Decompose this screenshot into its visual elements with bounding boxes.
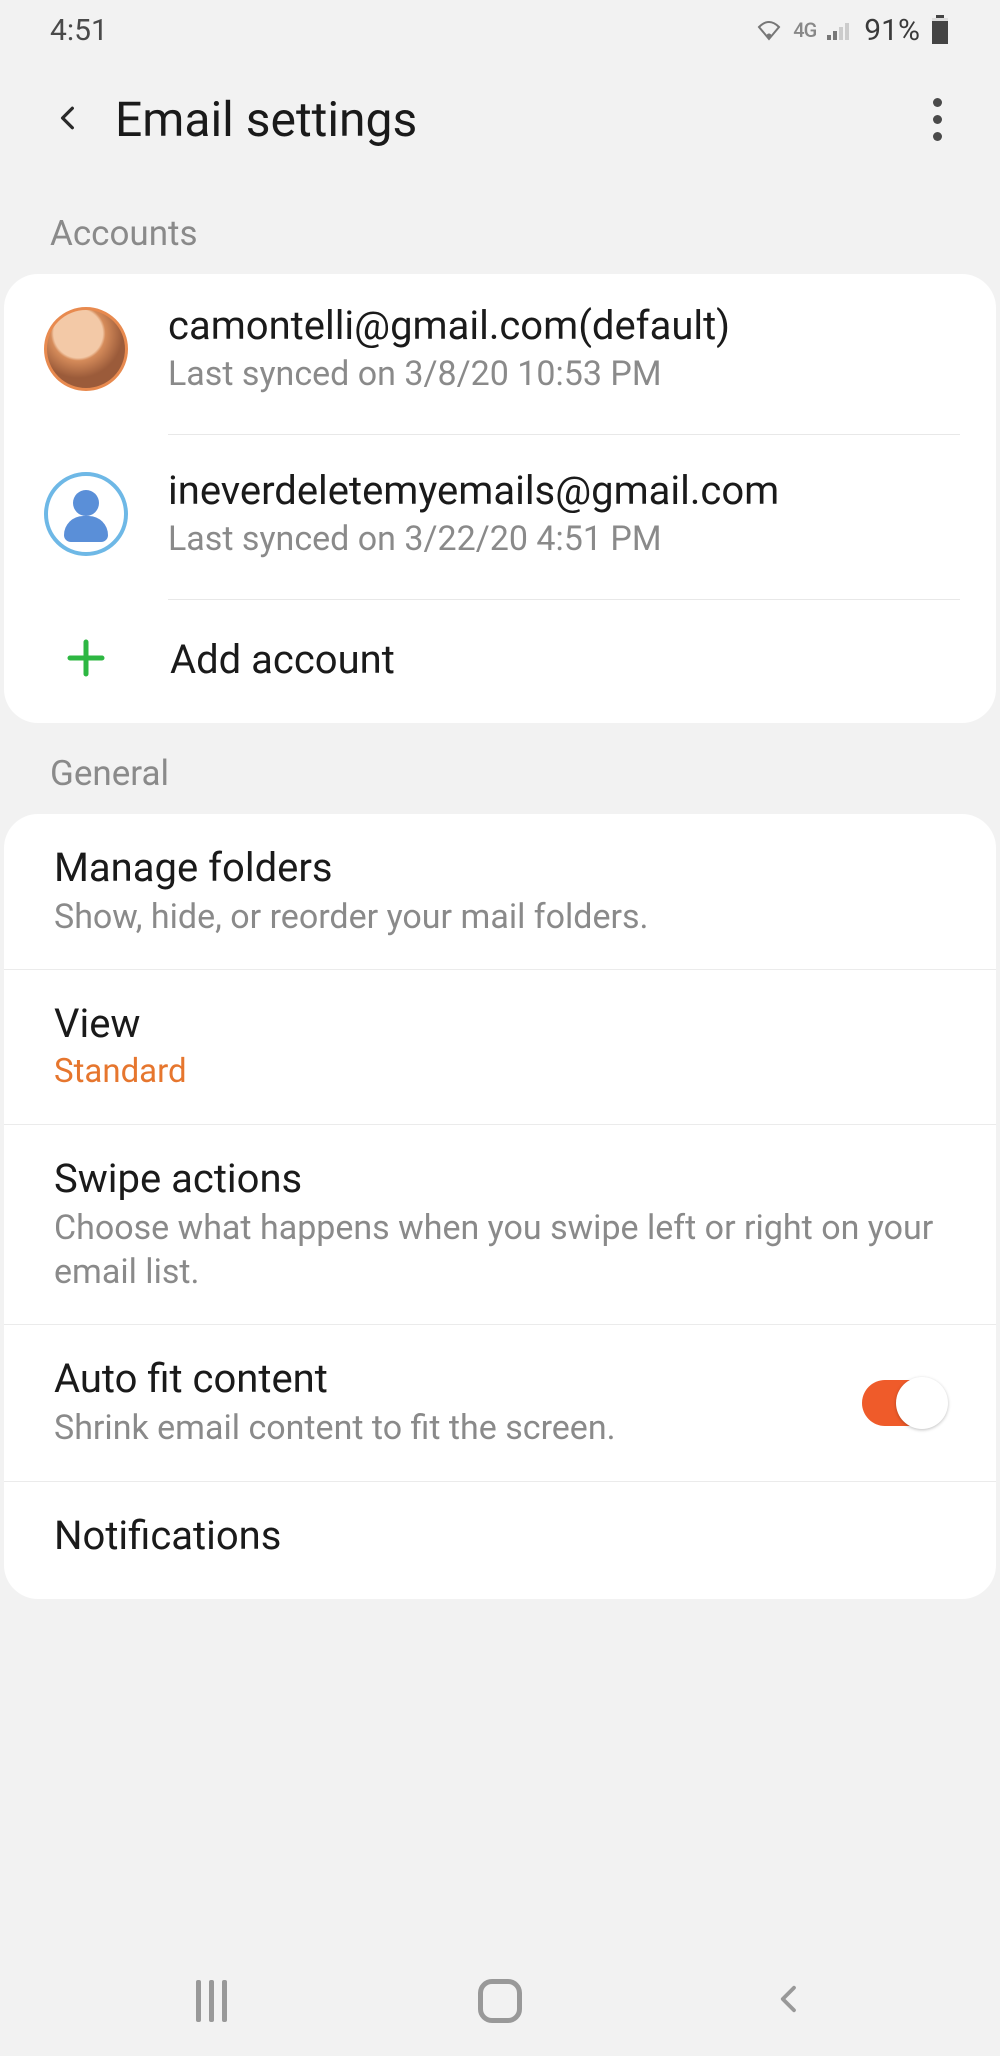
setting-title: Auto fit content [54,1355,842,1402]
section-label-accounts: Accounts [0,189,1000,274]
app-header: Email settings [0,60,1000,189]
account-row[interactable]: ineverdeletemyemails@gmail.com Last sync… [4,435,996,579]
nav-home-button[interactable] [478,1979,522,2023]
battery-icon [930,15,950,45]
avatar [44,472,128,556]
setting-title: Notifications [54,1512,946,1559]
status-time: 4:51 [50,13,108,48]
signal-icon [826,19,854,41]
setting-subtitle: Shrink email content to fit the screen. [54,1406,842,1450]
battery-percent: 91% [864,13,920,48]
avatar [44,307,128,391]
status-bar: 4:51 4G 91% [0,0,1000,60]
navigation-bar [0,1946,1000,2056]
page-title: Email settings [115,91,417,148]
more-options-button[interactable] [925,90,950,149]
add-account-button[interactable]: Add account [4,600,996,723]
setting-title: Manage folders [54,844,946,891]
network-type-icon: 4G [793,18,816,42]
wifi-icon [755,19,783,41]
setting-title: View [54,1000,946,1047]
setting-auto-fit[interactable]: Auto fit content Shrink email content to… [4,1325,996,1481]
setting-value: Standard [54,1051,946,1094]
setting-notifications[interactable]: Notifications [4,1482,996,1599]
setting-view[interactable]: View Standard [4,970,996,1125]
account-row[interactable]: camontelli@gmail.com(default) Last synce… [4,274,996,414]
setting-subtitle: Choose what happens when you swipe left … [54,1206,946,1294]
plus-icon [66,638,170,682]
account-email: camontelli@gmail.com(default) [168,304,956,348]
setting-subtitle: Show, hide, or reorder your mail folders… [54,895,946,939]
accounts-card: camontelli@gmail.com(default) Last synce… [4,274,996,723]
setting-manage-folders[interactable]: Manage folders Show, hide, or reorder yo… [4,814,996,970]
account-sync: Last synced on 3/22/20 4:51 PM [168,519,956,559]
add-account-label: Add account [170,636,395,683]
general-card: Manage folders Show, hide, or reorder yo… [4,814,996,1599]
back-button[interactable] [55,105,81,135]
status-icons: 4G 91% [755,13,950,48]
nav-back-button[interactable] [774,1984,804,2018]
account-sync: Last synced on 3/8/20 10:53 PM [168,354,956,394]
nav-recent-button[interactable] [196,1980,227,2022]
section-label-general: General [0,723,1000,814]
setting-swipe-actions[interactable]: Swipe actions Choose what happens when y… [4,1125,996,1325]
account-email: ineverdeletemyemails@gmail.com [168,469,956,513]
auto-fit-toggle[interactable] [862,1380,946,1426]
setting-title: Swipe actions [54,1155,946,1202]
